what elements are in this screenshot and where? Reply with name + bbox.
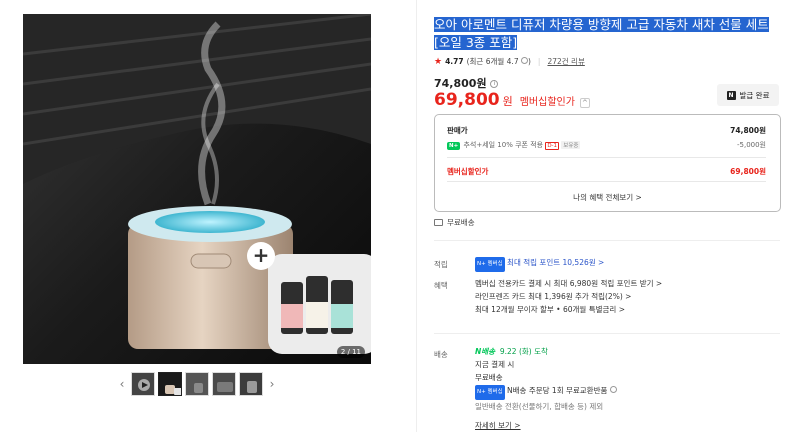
delivery-line: 지금 결제 시 [475, 360, 515, 369]
product-title-text: 오아 아로멘트 디퓨저 차량용 방향제 고급 자동차 새차 선물 세트 [오일 … [434, 17, 769, 50]
rating-recent-close: ) [527, 57, 531, 66]
free-shipping-text: 무료배송 [447, 218, 475, 227]
points-label: 적립 [434, 260, 448, 269]
perks-list: 멤버십 전용카드 결제 시 최대 6,980원 적립 포인트 받기 > 라인프렌… [475, 277, 662, 316]
thumbnail-3[interactable] [185, 372, 209, 396]
thumbnail-5[interactable] [239, 372, 263, 396]
divider: | [537, 57, 541, 66]
sale-label: 멤버십할인가 [519, 97, 575, 108]
rating-score: 4.77 [445, 57, 464, 66]
thumbnail-1[interactable] [131, 372, 155, 396]
discount-row: N+ 추석+세일 10% 쿠폰 적용 D-1 보유중 -5,000원 [447, 140, 766, 150]
rating-recent-text: (최근 6개월 4.7 [466, 57, 519, 66]
delivery-label: 배송 [434, 350, 448, 359]
info-icon[interactable] [609, 386, 617, 393]
chevron-left-icon[interactable]: ‹ [116, 372, 128, 396]
sale-price-row: 69,800 원 멤버십할인가 ^ [434, 90, 590, 110]
all-benefits-link[interactable]: 나의 혜택 전체보기 > [435, 192, 780, 203]
membership-badge: N+ 멤버십 [475, 385, 505, 400]
divider [447, 181, 766, 182]
thumbnail-4[interactable] [212, 372, 236, 396]
page-indicator: 2 / 11 [336, 346, 365, 358]
rating-row: ★ 4.77 (최근 6개월 4.7 ) | 272건 리뷰 [434, 56, 585, 67]
perks-label: 혜택 [434, 281, 448, 290]
product-title: 오아 아로멘트 디퓨저 차량용 방향제 고급 자동차 새차 선물 세트 [오일 … [434, 16, 779, 52]
svg-text:+: + [253, 243, 270, 267]
product-main-image[interactable]: + 2 / 11 [23, 14, 371, 364]
points-value: N+ 멤버십 최대 적립 포인트 10,526원 > [475, 256, 604, 272]
membership-badge: N+ 멤버십 [475, 257, 505, 272]
rating-recent: (최근 6개월 4.7 ) [467, 56, 531, 67]
review-count-link[interactable]: 272건 리뷰 [547, 56, 584, 67]
perk-item[interactable]: 멤버십 전용카드 결제 시 최대 6,980원 적립 포인트 받기 > [475, 277, 662, 290]
divider [434, 333, 780, 334]
owned-tag: 보유중 [561, 141, 581, 149]
arrival-date: 9.22 (화) 도착 [499, 347, 548, 356]
original-price: 74,800원 i [434, 75, 499, 91]
n-delivery-badge: N배송 [475, 347, 496, 356]
max-points-link[interactable]: 최대 적립 포인트 10,526원 > [507, 258, 604, 267]
product-photo: + [23, 14, 371, 364]
sale-price-value: 74,800원 [730, 126, 766, 135]
perk-item[interactable]: 라인프렌즈 카드 최대 1,396원 추가 적립(2%) > [475, 290, 662, 303]
product-info-panel: 오아 아로멘트 디퓨저 차량용 방향제 고급 자동차 새차 선물 세트 [오일 … [416, 0, 800, 432]
member-price-label: 멤버십할인가 [447, 167, 489, 176]
delivery-line: 무료배송 [475, 373, 503, 382]
chevron-right-icon[interactable]: › [266, 372, 278, 396]
sale-price-unit: 원 [502, 95, 513, 108]
info-icon[interactable] [520, 57, 528, 64]
member-price-value: 69,800원 [730, 167, 766, 176]
delivery-info: N배송 9.22 (화) 도착 지금 결제 시 무료배송 N+ 멤버십 N배송 … [475, 345, 617, 432]
sale-price: 69,800 [434, 90, 500, 110]
naver-n-icon: N [726, 90, 736, 100]
shipping-row: 무료배송 [434, 217, 475, 228]
d-day-tag: D-1 [545, 142, 560, 150]
perk-item[interactable]: 최대 12개월 무이자 할부 • 60개월 특별금리 > [475, 303, 662, 316]
divider [447, 157, 766, 158]
discount-label: 추석+세일 10% 쿠폰 적용 [463, 141, 544, 149]
coupon-issued-button[interactable]: N 발급 완료 [717, 84, 779, 106]
delivery-detail-link[interactable]: 자세히 보기 > [475, 419, 617, 432]
discount-value: -5,000원 [736, 141, 766, 149]
free-return-text: N배송 주문당 1회 무료교환반품 [507, 386, 608, 395]
original-price-value: 74,800원 [434, 77, 487, 90]
benefit-box: 판매가 74,800원 N+ 추석+세일 10% 쿠폰 적용 D-1 보유중 -… [434, 114, 781, 212]
exclusion-note: 일반배송 전환(선물하기, 합배송 등) 제외 [475, 402, 604, 411]
n-plus-badge: N+ [447, 142, 461, 150]
divider [434, 240, 780, 241]
sale-price-label: 판매가 [447, 126, 468, 135]
truck-icon [434, 219, 443, 226]
member-price-row: 멤버십할인가 69,800원 [447, 166, 766, 177]
thumbnail-strip: ‹ › [116, 372, 278, 396]
chevron-up-icon[interactable]: ^ [579, 98, 590, 108]
info-icon[interactable]: i [490, 80, 499, 88]
coupon-button-label: 발급 완료 [739, 90, 770, 100]
star-icon: ★ [434, 56, 443, 67]
sale-price-row-detail: 판매가 74,800원 [447, 125, 766, 136]
thumbnail-2[interactable] [158, 372, 182, 396]
